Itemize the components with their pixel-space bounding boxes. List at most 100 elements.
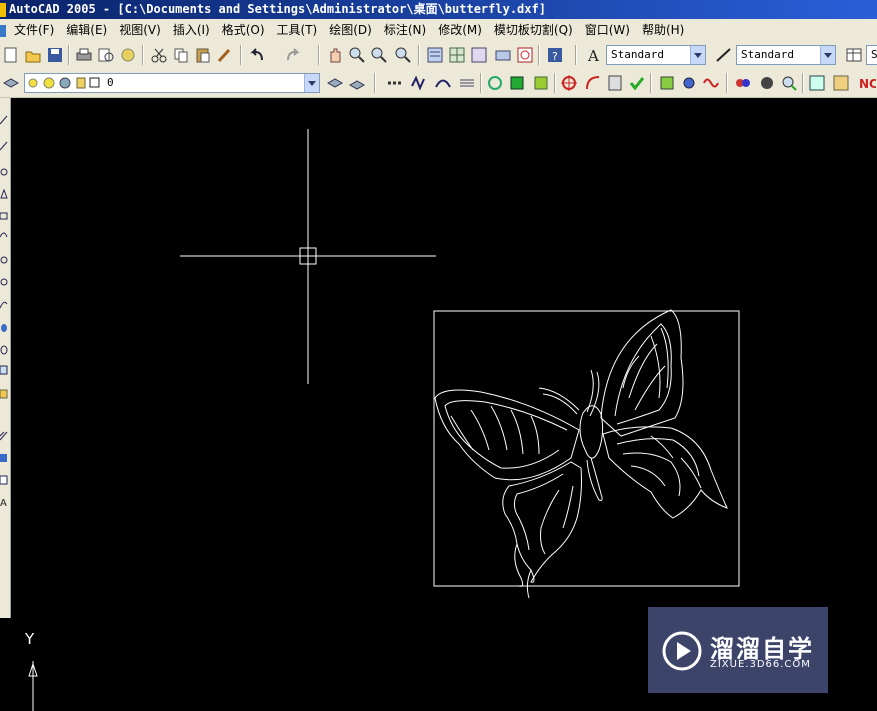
rectangle-icon[interactable]	[0, 206, 8, 220]
separator	[650, 73, 652, 93]
sheet-set-icon[interactable]	[494, 46, 512, 64]
separator	[318, 45, 320, 65]
menu-dimension[interactable]: 标注(N)	[378, 19, 432, 41]
menu-insert[interactable]: 插入(I)	[167, 19, 216, 41]
revision-cloud-icon[interactable]	[0, 272, 8, 286]
publish-icon[interactable]	[119, 46, 137, 64]
color-control-icon[interactable]	[386, 74, 404, 92]
undo-icon[interactable]	[248, 46, 266, 64]
make-block-icon[interactable]	[0, 384, 8, 399]
dim-style-select[interactable]: Standard	[736, 45, 836, 65]
spline-icon[interactable]	[0, 294, 8, 309]
ucs-icon	[28, 661, 38, 711]
design-center-icon[interactable]	[448, 46, 466, 64]
image-icon[interactable]	[832, 74, 850, 92]
insert-block-icon[interactable]	[0, 360, 8, 375]
zoom-realtime-icon[interactable]	[348, 46, 366, 64]
separator	[240, 45, 242, 65]
text-style-icon[interactable]: A	[586, 46, 604, 64]
crosshair-icon[interactable]	[560, 74, 578, 92]
chevron-down-icon[interactable]	[690, 46, 705, 64]
lineweight-control-icon[interactable]	[434, 74, 452, 92]
gradient-icon[interactable]	[0, 448, 8, 462]
new-icon[interactable]	[2, 46, 20, 64]
menu-bar: 文件(F) 编辑(E) 视图(V) 插入(I) 格式(O) 工具(T) 绘图(D) 标注(N)…	[0, 19, 877, 41]
zoom-window-icon[interactable]	[370, 46, 388, 64]
app-icon[interactable]	[0, 2, 6, 17]
layer-manager-icon[interactable]	[2, 74, 20, 92]
help-icon[interactable]: ?	[546, 46, 564, 64]
properties-icon[interactable]	[426, 46, 444, 64]
calculator-icon[interactable]	[606, 74, 624, 92]
grid-icon[interactable]	[808, 74, 826, 92]
menu-file[interactable]: 文件(F)	[8, 19, 60, 41]
module-icon[interactable]	[508, 74, 526, 92]
circle-icon[interactable]	[0, 250, 8, 264]
checkmark-icon[interactable]	[628, 74, 646, 92]
print-icon[interactable]	[75, 46, 93, 64]
pan-icon[interactable]	[326, 46, 344, 64]
wave-icon[interactable]	[702, 74, 720, 92]
svg-text:NC: NC	[859, 77, 876, 91]
arc-icon[interactable]	[0, 224, 8, 238]
table-style-icon[interactable]	[845, 46, 863, 64]
plot-preview-icon[interactable]	[97, 46, 115, 64]
document-icon[interactable]	[0, 24, 6, 37]
table-style-value: S	[871, 48, 877, 61]
play-logo-icon	[662, 631, 702, 671]
separator	[480, 73, 482, 93]
network-icon[interactable]	[680, 74, 698, 92]
redo-icon[interactable]	[284, 46, 302, 64]
text-style-value: Standard	[611, 48, 664, 61]
ellipse-arc-icon[interactable]	[0, 340, 8, 355]
open-icon[interactable]	[24, 46, 42, 64]
multiline-text-icon[interactable]: A	[0, 492, 8, 509]
menu-help[interactable]: 帮助(H)	[636, 19, 690, 41]
match-properties-icon[interactable]	[216, 46, 234, 64]
make-layer-current-icon[interactable]	[326, 74, 344, 92]
line-icon[interactable]	[0, 110, 8, 125]
nc-icon[interactable]: NC	[858, 74, 876, 92]
dim-style-icon[interactable]	[715, 46, 733, 64]
layer-previous-icon[interactable]	[348, 74, 366, 92]
menu-window[interactable]: 窗口(W)	[579, 19, 636, 41]
cut-die-icon[interactable]	[532, 74, 550, 92]
layer-select[interactable]: 0	[24, 73, 320, 93]
menu-tools[interactable]: 工具(T)	[271, 19, 324, 41]
table-icon[interactable]	[0, 470, 8, 485]
chevron-down-icon[interactable]	[820, 46, 835, 64]
linetype-control-icon[interactable]	[410, 74, 428, 92]
butterfly-tool-icon[interactable]	[734, 74, 752, 92]
construction-line-icon[interactable]	[0, 136, 8, 151]
polyline-icon[interactable]	[0, 162, 8, 176]
text-style-select[interactable]: Standard	[606, 45, 706, 65]
cut-icon[interactable]	[150, 46, 168, 64]
zoom-previous-icon[interactable]	[394, 46, 412, 64]
separator	[68, 45, 70, 65]
arc-tool-icon[interactable]	[584, 74, 602, 92]
title-bar: AutoCAD 2005 - [C:\Documents and Setting…	[0, 0, 877, 19]
copy-icon[interactable]	[172, 46, 190, 64]
inquiry-icon[interactable]	[780, 74, 798, 92]
table-style-select[interactable]: S	[866, 45, 877, 65]
plot-style-icon[interactable]	[458, 74, 476, 92]
menu-edit[interactable]: 编辑(E)	[60, 19, 113, 41]
menu-view[interactable]: 视图(V)	[113, 19, 167, 41]
markup-icon[interactable]	[516, 46, 534, 64]
ellipse-icon[interactable]	[0, 318, 8, 332]
menu-draw[interactable]: 绘图(D)	[323, 19, 378, 41]
explode-icon[interactable]	[758, 74, 776, 92]
refresh-icon[interactable]	[486, 74, 504, 92]
window-title: AutoCAD 2005 - [C:\Documents and Setting…	[9, 2, 546, 16]
hatch-icon[interactable]	[0, 426, 8, 441]
menu-modify[interactable]: 修改(M)	[432, 19, 488, 41]
menu-die-cut[interactable]: 模切板切割(Q)	[488, 19, 579, 41]
butterfly-bounding-rectangle	[433, 310, 740, 587]
tool-palettes-icon[interactable]	[470, 46, 488, 64]
text-insert-icon[interactable]	[658, 74, 676, 92]
menu-format[interactable]: 格式(O)	[216, 19, 271, 41]
chevron-down-icon[interactable]	[304, 74, 319, 92]
polygon-icon[interactable]	[0, 184, 8, 199]
paste-icon[interactable]	[194, 46, 212, 64]
save-icon[interactable]	[46, 46, 64, 64]
